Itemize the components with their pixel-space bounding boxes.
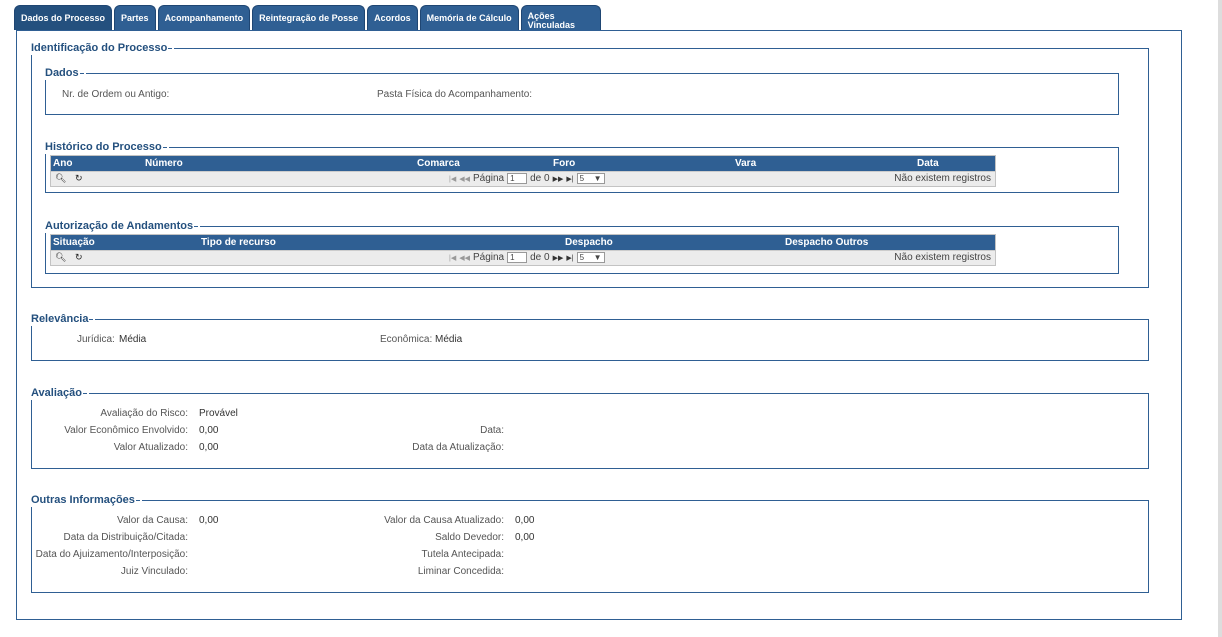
autorizacao-grid: Situação Tipo de recurso Despacho Despac…	[50, 234, 996, 266]
last-page-icon[interactable]: ▶|	[566, 175, 573, 183]
next-page-icon[interactable]: ▶▶	[553, 175, 564, 183]
fieldset-avaliacao: Avaliação Avaliação do Risco: Provável V…	[31, 387, 1149, 469]
scrollbar[interactable]	[1218, 0, 1222, 637]
page-input[interactable]: 1	[507, 173, 528, 184]
chevron-down-icon: ▼	[593, 174, 602, 183]
valor-envolvido-value: 0,00	[199, 425, 219, 436]
col-tipo-recurso[interactable]: Tipo de recurso	[201, 237, 276, 248]
fieldset-historico: Histórico do Processo Ano Número Comarca…	[45, 141, 1119, 193]
tab-acompanhamento[interactable]: Acompanhamento	[157, 5, 251, 30]
first-page-icon[interactable]: |◀	[449, 254, 456, 262]
pasta-fisica-label: Pasta Física do Acompanhamento:	[377, 89, 533, 100]
saldo-devedor-label: Saldo Devedor:	[435, 532, 504, 543]
page-total: de 0	[530, 173, 550, 184]
fieldset-relevancia: Relevância Jurídica: Média Econômica: Mé…	[31, 313, 1149, 361]
col-foro[interactable]: Foro	[553, 158, 575, 169]
col-vara[interactable]: Vara	[735, 158, 756, 169]
last-page-icon[interactable]: ▶|	[566, 254, 573, 262]
liminar-concedida-label: Liminar Concedida:	[417, 566, 504, 577]
empty-records-text: Não existem registros	[894, 252, 991, 263]
tab-acoes-vinculadas[interactable]: Ações Vinculadas	[520, 5, 601, 30]
data-distribuicao-label: Data da Distribuição/Citada:	[63, 532, 188, 543]
col-numero[interactable]: Número	[145, 158, 183, 169]
legend-identificacao: Identificação do Processo	[31, 42, 175, 55]
fieldset-autorizacao: Autorização de Andamentos Situação Tipo …	[45, 220, 1119, 274]
autorizacao-pager: 🔍︎ ↻ |◀ ◀◀ Página 1 de 0 ▶▶ ▶| 5 ▼ Não ex…	[51, 250, 995, 265]
tab-partes[interactable]: Partes	[114, 5, 156, 30]
next-page-icon[interactable]: ▶▶	[553, 254, 564, 262]
historico-grid-header: Ano Número Comarca Foro Vara Data	[51, 156, 995, 171]
page-size-value: 5	[579, 253, 585, 262]
tab-dados-do-processo[interactable]: Dados do Processo	[14, 5, 113, 30]
historico-pager: 🔍︎ ↻ |◀ ◀◀ Página 1 de 0 ▶▶ ▶| 5 ▼ Não ex…	[51, 171, 995, 186]
fieldset-dados: Dados Nr. de Ordem ou Antigo: Pasta Físi…	[45, 67, 1119, 115]
tab-bar: Dados do Processo Partes Acompanhamento …	[14, 5, 601, 31]
legend-historico: Histórico do Processo	[45, 141, 169, 154]
saldo-devedor-value: 0,00	[515, 532, 535, 543]
data-ajuizamento-label: Data do Ajuizamento/Interposição:	[35, 549, 188, 560]
page-label: Página	[472, 252, 505, 263]
juridica-label: Jurídica:	[77, 334, 115, 345]
refresh-icon[interactable]: ↻	[75, 252, 83, 262]
col-data[interactable]: Data	[917, 158, 939, 169]
legend-relevancia: Relevância	[31, 313, 96, 326]
fieldset-outras-informacoes: Outras Informações Valor da Causa: 0,00 …	[31, 494, 1149, 593]
tab-memoria-de-calculo[interactable]: Memória de Cálculo	[419, 5, 519, 30]
tab-reintegracao-de-posse[interactable]: Reintegração de Posse	[252, 5, 366, 30]
page-input[interactable]: 1	[507, 252, 528, 263]
valor-causa-label: Valor da Causa:	[117, 515, 188, 526]
page-size-value: 5	[579, 174, 585, 183]
tab-acordos[interactable]: Acordos	[367, 5, 418, 30]
valor-atualizado-label: Valor Atualizado:	[113, 442, 188, 453]
empty-records-text: Não existem registros	[894, 173, 991, 184]
tutela-antecipada-label: Tutela Antecipada:	[421, 549, 504, 560]
data-label: Data:	[480, 425, 504, 436]
page-size-select[interactable]: 5 ▼	[576, 173, 605, 184]
legend-outras-informacoes: Outras Informações	[31, 494, 142, 507]
legend-dados: Dados	[45, 67, 86, 80]
risco-label: Avaliação do Risco:	[100, 408, 188, 419]
juiz-vinculado-label: Juiz Vinculado:	[120, 566, 188, 577]
main-panel: Identificação do Processo Dados Nr. de O…	[16, 30, 1182, 620]
col-comarca[interactable]: Comarca	[417, 158, 460, 169]
nr-ordem-label: Nr. de Ordem ou Antigo:	[62, 89, 170, 100]
risco-value: Provável	[199, 408, 238, 419]
valor-causa-value: 0,00	[199, 515, 219, 526]
chevron-down-icon: ▼	[593, 253, 602, 262]
autorizacao-grid-header: Situação Tipo de recurso Despacho Despac…	[51, 235, 995, 250]
valor-atualizado-value: 0,00	[199, 442, 219, 453]
economica-value: Média	[435, 334, 463, 345]
col-situacao[interactable]: Situação	[53, 237, 95, 248]
valor-envolvido-label: Valor Econômico Envolvido:	[64, 425, 188, 436]
col-ano[interactable]: Ano	[53, 158, 72, 169]
search-icon[interactable]: 🔍︎	[55, 252, 66, 262]
economica-label: Econômica:	[380, 334, 433, 345]
col-despacho-outros[interactable]: Despacho Outros	[785, 237, 868, 248]
search-icon[interactable]: 🔍︎	[55, 173, 66, 183]
legend-avaliacao: Avaliação	[31, 387, 89, 400]
data-atualizacao-label: Data da Atualização:	[412, 442, 504, 453]
valor-causa-atualizado-label: Valor da Causa Atualizado:	[384, 515, 504, 526]
page-label: Página	[472, 173, 505, 184]
fieldset-identificacao: Identificação do Processo Dados Nr. de O…	[31, 42, 1149, 288]
page-total: de 0	[530, 252, 550, 263]
juridica-value: Média	[119, 334, 147, 345]
prev-page-icon[interactable]: ◀◀	[459, 175, 470, 183]
page-size-select[interactable]: 5 ▼	[576, 252, 605, 263]
historico-grid: Ano Número Comarca Foro Vara Data 🔍︎ ↻ |…	[50, 155, 996, 187]
prev-page-icon[interactable]: ◀◀	[459, 254, 470, 262]
first-page-icon[interactable]: |◀	[449, 175, 456, 183]
legend-autorizacao: Autorização de Andamentos	[45, 220, 201, 233]
valor-causa-atualizado-value: 0,00	[515, 515, 535, 526]
col-despacho[interactable]: Despacho	[565, 237, 613, 248]
refresh-icon[interactable]: ↻	[75, 173, 83, 183]
